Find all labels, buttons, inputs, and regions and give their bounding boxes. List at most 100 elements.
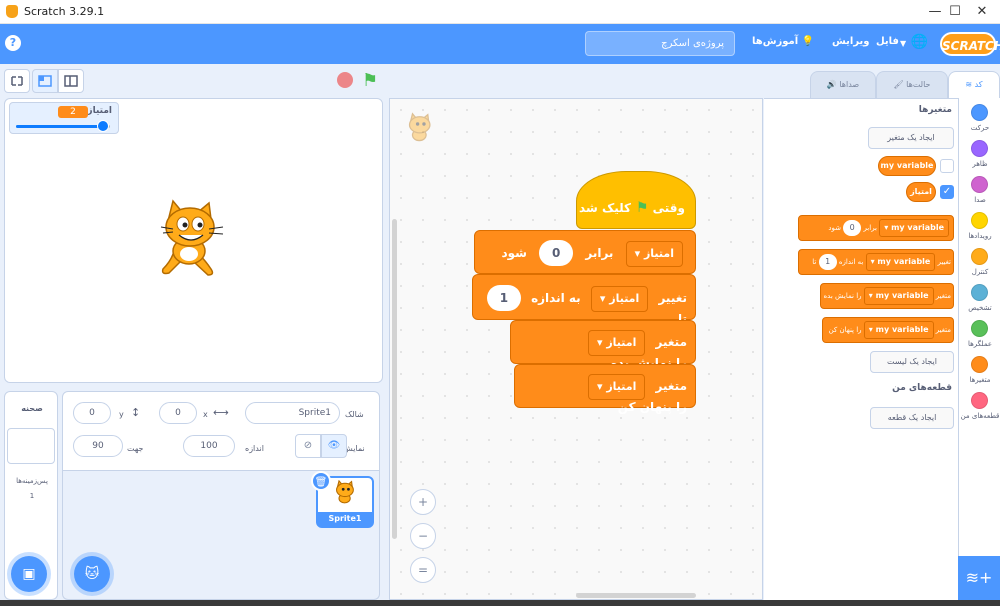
size-label: اندازه	[245, 444, 264, 453]
when-flag-clicked-block[interactable]: وقتی ⚑ کلیک شد	[576, 171, 696, 229]
hide-variable-block[interactable]: متغیر امتیاز ▾ را پنهان کن	[514, 364, 696, 414]
score-variable-reporter[interactable]: امتیاز	[906, 182, 936, 202]
make-block-button[interactable]: ایجاد یک قطعه	[870, 407, 954, 429]
fullscreen-button[interactable]	[4, 69, 30, 93]
y-input[interactable]: 0	[73, 402, 111, 424]
palette-change-block[interactable]: تغییر my variable ▾ به اندازه 1 تا	[798, 249, 954, 275]
category-item[interactable]: صدا	[959, 176, 1000, 210]
palette-set-value[interactable]: 0	[843, 220, 862, 236]
tab-sounds[interactable]: 🔊 صداها	[810, 71, 876, 98]
stage-pane-title: صحنه	[21, 404, 43, 413]
show-sprite-button[interactable]: 👁	[321, 434, 347, 458]
edit-menu[interactable]: ویرایش	[832, 36, 870, 47]
category-item[interactable]: متغیرها	[959, 356, 1000, 390]
tutorials-menu[interactable]: آموزش‌ها 💡	[752, 36, 814, 47]
set-variable-dropdown[interactable]: امتیاز ▾	[625, 241, 683, 267]
close-button[interactable]: ✕	[962, 0, 1000, 24]
palette-show-block[interactable]: متغیر my variable ▾ را نمایش بده	[820, 283, 954, 309]
large-stage-icon	[64, 75, 78, 87]
show-variable-dropdown[interactable]: امتیاز ▾	[587, 330, 646, 356]
category-item[interactable]: رویدادها	[959, 212, 1000, 246]
show-variable-block[interactable]: متغیر امتیاز ▾ را نمایش بده	[510, 320, 696, 370]
project-title-input[interactable]: پروژه‌ی اسکرچ	[585, 31, 735, 56]
choose-backdrop-button[interactable]: ▣	[11, 556, 47, 592]
small-stage-button[interactable]	[32, 69, 58, 93]
change-variable-block[interactable]: تغییر امتیاز ▾ به اندازه 1 تا	[472, 274, 696, 326]
sprite-name-input[interactable]: Sprite1	[245, 402, 340, 424]
tab-code[interactable]: ≋ کد	[948, 71, 1000, 98]
category-label: صدا	[974, 196, 986, 204]
category-item[interactable]: عملگرها	[959, 320, 1000, 354]
make-list-button[interactable]: ایجاد یک لیست	[870, 351, 954, 373]
category-color-dot	[971, 392, 988, 409]
make-variable-button[interactable]: ایجاد یک متغیر	[868, 127, 954, 149]
hide-end-text: را پنهان کن	[617, 400, 687, 414]
choose-sprite-button[interactable]: 🐱	[74, 556, 110, 592]
stop-button[interactable]	[337, 72, 353, 88]
size-input[interactable]: 100	[183, 435, 235, 457]
tab-costumes[interactable]: 🖌 حالت‌ها	[876, 71, 948, 98]
cat-sprite[interactable]	[153, 199, 233, 284]
horizontal-scrollbar[interactable]	[576, 593, 696, 598]
hide-variable-dropdown[interactable]: امتیاز ▾	[587, 374, 646, 400]
y-arrows-icon: ↕	[131, 406, 141, 419]
category-item[interactable]: قطعه‌های من	[959, 392, 1000, 426]
set-value-input[interactable]: 0	[539, 240, 574, 266]
category-item[interactable]: تشخیص	[959, 284, 1000, 318]
zoom-out-button[interactable]: −	[410, 523, 436, 549]
file-menu[interactable]: فایل	[876, 36, 899, 47]
tab-code-label: کد	[974, 80, 983, 89]
category-item[interactable]: کنترل	[959, 248, 1000, 282]
taskbar-strip	[0, 600, 1000, 606]
scratch-logo[interactable]: SCRATCH	[940, 32, 1000, 56]
x-input[interactable]: 0	[159, 402, 197, 424]
my-variable-checkbox[interactable]	[940, 159, 954, 173]
change-value-input[interactable]: 1	[486, 285, 521, 311]
palette-show-end: را نمایش بده	[823, 292, 862, 300]
add-extension-button[interactable]: ≋+	[958, 556, 1000, 600]
vertical-scrollbar[interactable]	[392, 219, 397, 539]
palette-change-dropdown[interactable]: my variable ▾	[865, 253, 936, 271]
category-label: عملگرها	[967, 340, 993, 348]
score-variable-checkbox[interactable]: ✓	[940, 185, 954, 199]
my-variable-reporter[interactable]: my variable	[878, 156, 936, 176]
palette-show-dropdown[interactable]: my variable ▾	[863, 287, 934, 305]
palette-change-end: تا	[812, 258, 817, 266]
eye-slash-icon: ⊘	[303, 440, 313, 451]
code-icon: ≋	[965, 80, 973, 89]
show-variable-dropdown-label: امتیاز	[606, 336, 637, 349]
code-workspace[interactable]: وقتی ⚑ کلیک شد امتیاز ▾ برابر 0 شود تغیی…	[389, 98, 770, 600]
help-icon[interactable]: ?	[5, 35, 21, 51]
category-item[interactable]: حرکت	[959, 104, 1000, 138]
delete-sprite-button[interactable]: 🗑	[311, 471, 331, 491]
monitor-slider-knob[interactable]	[97, 120, 110, 132]
palette-heading-my-blocks: قطعه‌های من	[892, 383, 952, 393]
scratch-app-icon	[6, 5, 18, 18]
stage[interactable]: امتیاز 2	[4, 98, 383, 383]
green-flag-button[interactable]: ⚑	[362, 70, 378, 91]
change-variable-dropdown[interactable]: امتیاز ▾	[590, 286, 649, 312]
palette-set-middle: برابر	[863, 224, 878, 232]
palette-set-block[interactable]: my variable ▾ برابر 0 شود	[798, 215, 954, 241]
palette-hide-dropdown[interactable]: my variable ▾	[863, 321, 934, 339]
palette-hide-end: را پنهان کن	[828, 326, 862, 334]
category-label: ظاهر	[972, 160, 988, 168]
monitor-slider-track[interactable]	[16, 125, 110, 128]
palette-hide-block[interactable]: متغیر my variable ▾ را پنهان کن	[822, 317, 954, 343]
set-variable-block[interactable]: امتیاز ▾ برابر 0 شود	[474, 230, 696, 274]
zoom-in-icon: +	[417, 495, 429, 509]
hide-sprite-button[interactable]: ⊘	[295, 434, 321, 458]
zoom-in-button[interactable]: +	[410, 489, 436, 515]
large-stage-button[interactable]	[58, 69, 84, 93]
backdrops-label: پس‌زمینه‌ها	[16, 477, 48, 485]
language-menu[interactable]: ▼ 🌐	[900, 34, 928, 50]
palette-hide-dropdown-label: my variable	[875, 325, 929, 334]
palette-set-dropdown[interactable]: my variable ▾	[879, 219, 949, 237]
palette-change-value[interactable]: 1	[818, 254, 837, 270]
direction-input[interactable]: 90	[73, 435, 123, 457]
category-item[interactable]: ظاهر	[959, 140, 1000, 174]
y-label: y	[119, 410, 124, 419]
zoom-reset-button[interactable]: =	[410, 557, 436, 583]
change-variable-dropdown-label: امتیاز	[609, 292, 640, 305]
stage-thumbnail[interactable]	[7, 428, 55, 464]
